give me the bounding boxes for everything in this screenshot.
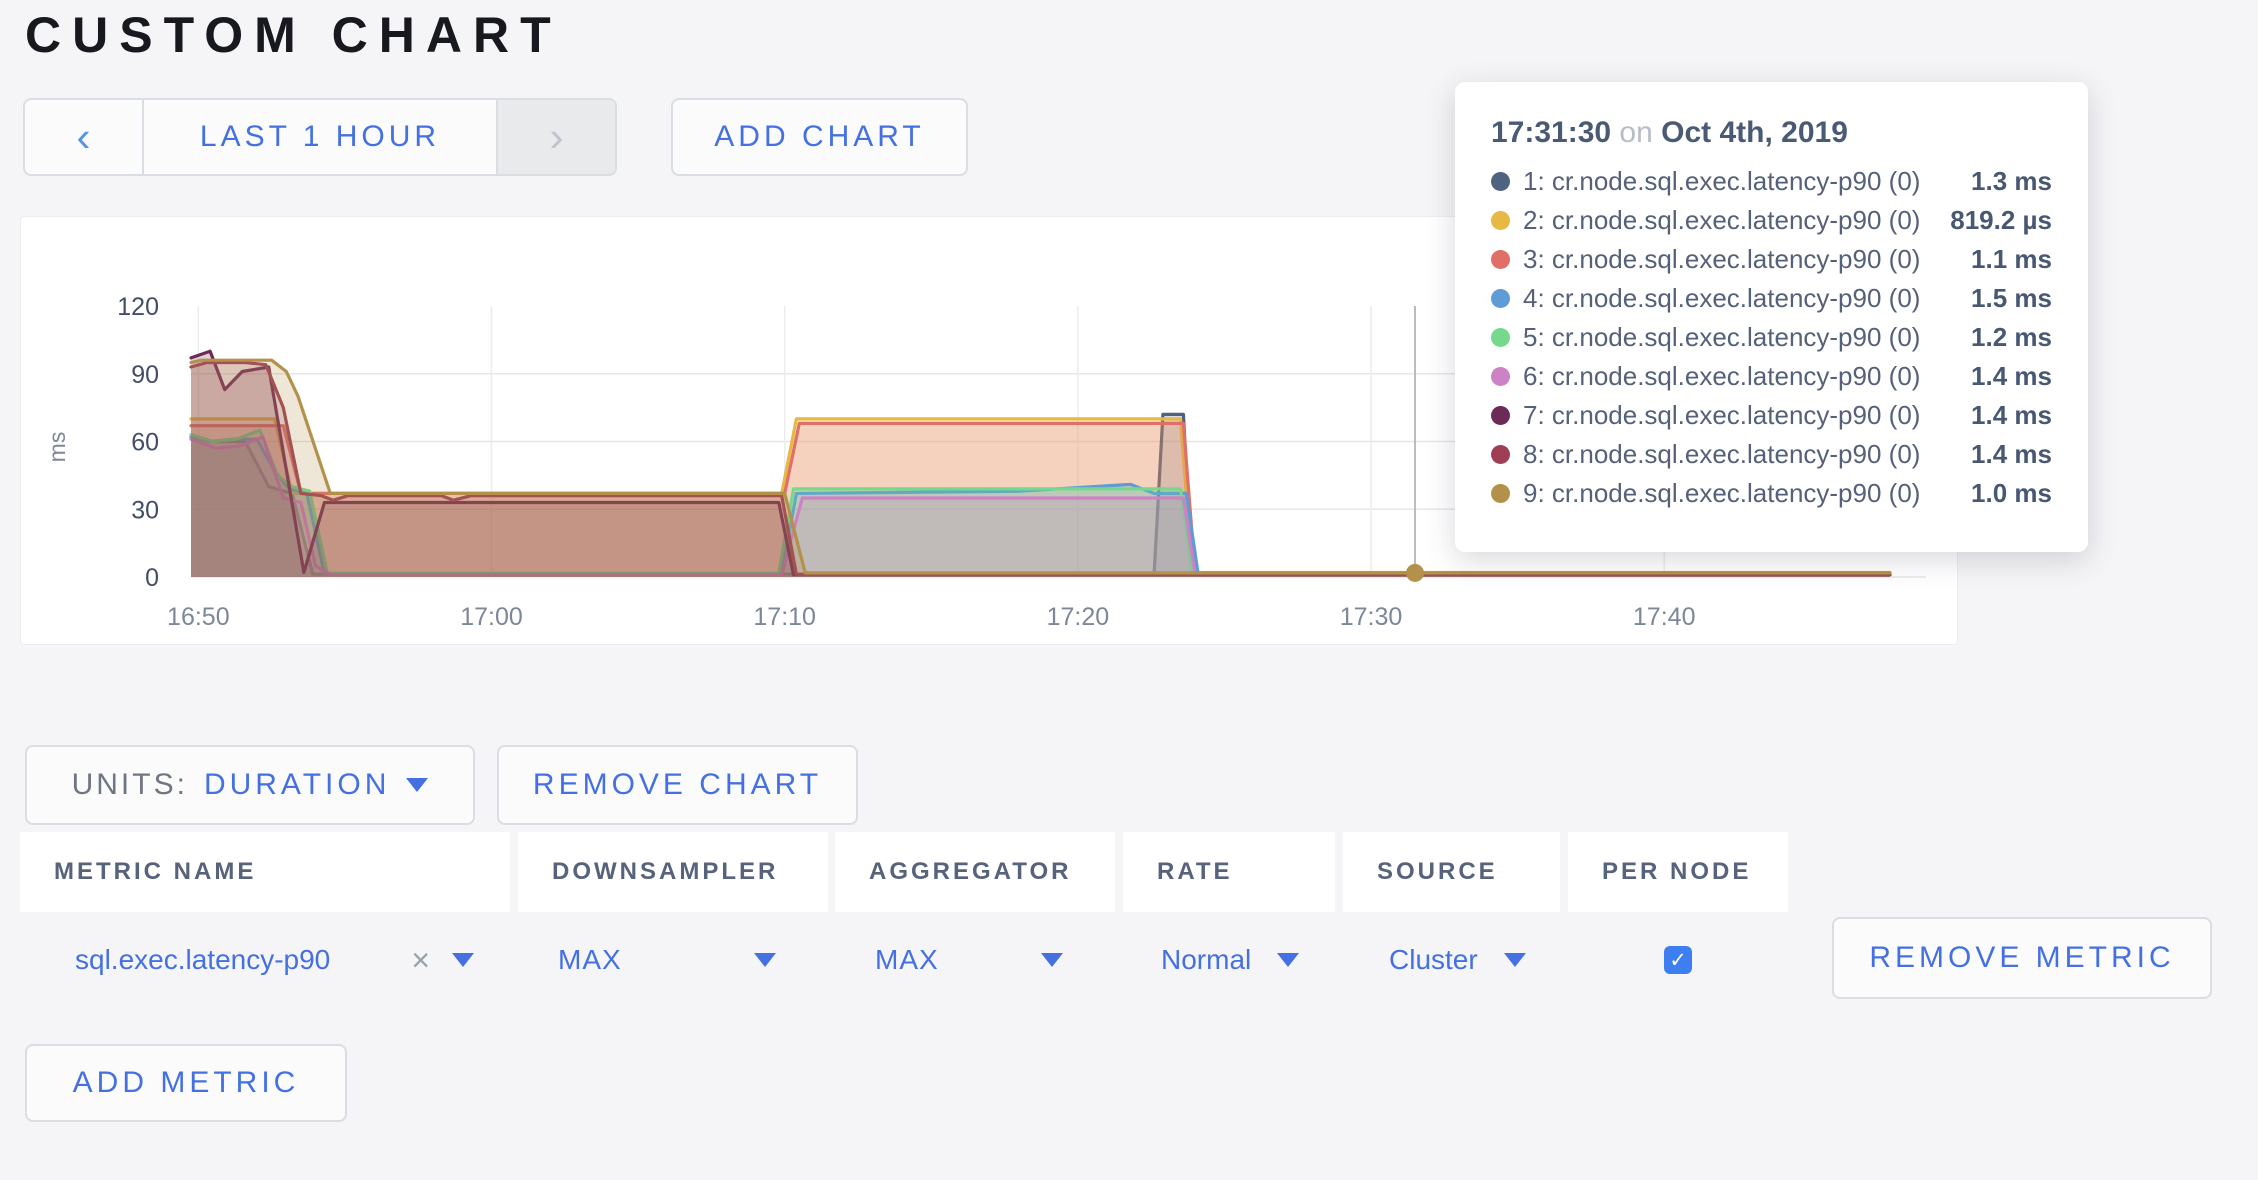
page-title: CUSTOM CHART	[25, 6, 562, 64]
tooltip-series-row: 5: cr.node.sql.exec.latency-p90 (0) 1.2 m…	[1491, 318, 2052, 357]
per-node-checkbox[interactable]: ✓	[1664, 946, 1692, 974]
series-value: 1.3 ms	[1971, 166, 2052, 197]
chevron-down-icon	[1277, 953, 1299, 967]
custom-chart-page: CUSTOM CHART ‹ LAST 1 HOUR › ADD CHART 0…	[0, 0, 2258, 1180]
tooltip-series-row: 7: cr.node.sql.exec.latency-p90 (0) 1.4 m…	[1491, 396, 2052, 435]
hover-point	[1406, 564, 1424, 582]
y-tick-label: 30	[131, 496, 159, 524]
y-tick-label: 0	[145, 564, 159, 592]
tooltip-series-list: 1: cr.node.sql.exec.latency-p90 (0) 1.3 m…	[1491, 162, 2052, 513]
chevron-down-icon	[406, 778, 428, 792]
aggregator-value: MAX	[875, 944, 939, 976]
series-label: 5: cr.node.sql.exec.latency-p90 (0)	[1523, 322, 1920, 353]
checkmark-icon: ✓	[1669, 948, 1687, 973]
chevron-left-icon: ‹	[77, 113, 91, 161]
units-dropdown[interactable]: UNITS: DURATION	[25, 745, 475, 825]
remove-metric-button[interactable]: REMOVE METRIC	[1832, 917, 2212, 999]
series-color-dot-icon	[1491, 484, 1510, 503]
tooltip-series-row: 2: cr.node.sql.exec.latency-p90 (0) 819.2…	[1491, 201, 2052, 240]
series-label: 4: cr.node.sql.exec.latency-p90 (0)	[1523, 283, 1920, 314]
rate-dropdown[interactable]: Normal	[1123, 912, 1335, 1008]
x-tick-label: 16:50	[167, 603, 230, 631]
series-color-dot-icon	[1491, 445, 1510, 464]
series-label: 9: cr.node.sql.exec.latency-p90 (0)	[1523, 478, 1920, 509]
x-tick-label: 17:00	[460, 603, 523, 631]
column-header-actions	[1796, 832, 2236, 912]
units-label: UNITS:	[72, 768, 188, 802]
tooltip-timestamp: 17:31:30 on Oct 4th, 2019	[1491, 116, 2052, 150]
tooltip-connector: on	[1611, 116, 1661, 149]
metric-name-dropdown[interactable]: sql.exec.latency-p90 ×	[20, 912, 510, 1008]
source-dropdown[interactable]: Cluster	[1343, 912, 1560, 1008]
series-label: 6: cr.node.sql.exec.latency-p90 (0)	[1523, 361, 1920, 392]
y-axis-label: ms	[44, 432, 70, 463]
units-value: DURATION	[204, 768, 390, 802]
chevron-right-icon: ›	[550, 113, 564, 161]
x-tick-label: 17:30	[1340, 603, 1403, 631]
chevron-down-icon	[1041, 953, 1063, 967]
series-color-dot-icon	[1491, 289, 1510, 308]
tooltip-series-row: 6: cr.node.sql.exec.latency-p90 (0) 1.4 m…	[1491, 357, 2052, 396]
y-tick-label: 90	[131, 361, 159, 389]
series-label: 8: cr.node.sql.exec.latency-p90 (0)	[1523, 439, 1920, 470]
chevron-down-icon	[1504, 953, 1526, 967]
column-header-source: SOURCE	[1343, 832, 1560, 912]
per-node-cell: ✓	[1568, 912, 1788, 1008]
time-range-selector: ‹ LAST 1 HOUR ›	[23, 98, 617, 176]
series-label: 7: cr.node.sql.exec.latency-p90 (0)	[1523, 400, 1920, 431]
rate-value: Normal	[1161, 944, 1251, 976]
tooltip-series-row: 8: cr.node.sql.exec.latency-p90 (0) 1.4 m…	[1491, 435, 2052, 474]
time-range-next-button[interactable]: ›	[496, 100, 615, 174]
tooltip-time: 17:31:30	[1491, 116, 1611, 149]
column-header-downsampler: DOWNSAMPLER	[518, 832, 828, 912]
x-tick-label: 17:20	[1047, 603, 1110, 631]
series-value: 819.2 µs	[1950, 205, 2052, 236]
column-header-per-node: PER NODE	[1568, 832, 1788, 912]
series-color-dot-icon	[1491, 250, 1510, 269]
series-label: 1: cr.node.sql.exec.latency-p90 (0)	[1523, 166, 1920, 197]
downsampler-dropdown[interactable]: MAX	[518, 912, 828, 1008]
tooltip-series-row: 1: cr.node.sql.exec.latency-p90 (0) 1.3 m…	[1491, 162, 2052, 201]
series-label: 2: cr.node.sql.exec.latency-p90 (0)	[1523, 205, 1920, 236]
x-tick-label: 17:40	[1633, 603, 1696, 631]
y-tick-label: 60	[131, 429, 159, 457]
series-label: 3: cr.node.sql.exec.latency-p90 (0)	[1523, 244, 1920, 275]
time-range-prev-button[interactable]: ‹	[25, 100, 144, 174]
downsampler-value: MAX	[558, 944, 622, 976]
x-tick-label: 17:10	[753, 603, 816, 631]
column-header-aggregator: AGGREGATOR	[835, 832, 1115, 912]
column-header-rate: RATE	[1123, 832, 1335, 912]
series-value: 1.2 ms	[1971, 322, 2052, 353]
metric-name-value: sql.exec.latency-p90	[75, 944, 330, 976]
tooltip-series-row: 4: cr.node.sql.exec.latency-p90 (0) 1.5 m…	[1491, 279, 2052, 318]
chevron-down-icon	[754, 953, 776, 967]
source-value: Cluster	[1389, 944, 1478, 976]
series-color-dot-icon	[1491, 406, 1510, 425]
remove-chart-button[interactable]: REMOVE CHART	[497, 745, 858, 825]
aggregator-dropdown[interactable]: MAX	[835, 912, 1115, 1008]
series-value: 1.1 ms	[1971, 244, 2052, 275]
series-value: 1.0 ms	[1971, 478, 2052, 509]
tooltip-date: Oct 4th, 2019	[1661, 116, 1848, 149]
clear-metric-icon[interactable]: ×	[411, 942, 430, 979]
series-value: 1.4 ms	[1971, 439, 2052, 470]
column-header-metric-name: METRIC NAME	[20, 832, 510, 912]
series-color-dot-icon	[1491, 172, 1510, 191]
series-color-dot-icon	[1491, 211, 1510, 230]
tooltip-series-row: 3: cr.node.sql.exec.latency-p90 (0) 1.1 m…	[1491, 240, 2052, 279]
series-value: 1.4 ms	[1971, 361, 2052, 392]
chart-hover-tooltip: 17:31:30 on Oct 4th, 2019 1: cr.node.sql…	[1455, 82, 2088, 552]
series-value: 1.4 ms	[1971, 400, 2052, 431]
time-range-label[interactable]: LAST 1 HOUR	[144, 100, 496, 174]
y-tick-label: 120	[117, 293, 159, 321]
series-color-dot-icon	[1491, 328, 1510, 347]
add-metric-button[interactable]: ADD METRIC	[25, 1044, 347, 1122]
series-color-dot-icon	[1491, 367, 1510, 386]
tooltip-series-row: 9: cr.node.sql.exec.latency-p90 (0) 1.0 m…	[1491, 474, 2052, 513]
chevron-down-icon	[452, 953, 474, 967]
row-actions-cell: REMOVE METRIC	[1796, 912, 2236, 1008]
add-chart-button[interactable]: ADD CHART	[671, 98, 968, 176]
series-value: 1.5 ms	[1971, 283, 2052, 314]
